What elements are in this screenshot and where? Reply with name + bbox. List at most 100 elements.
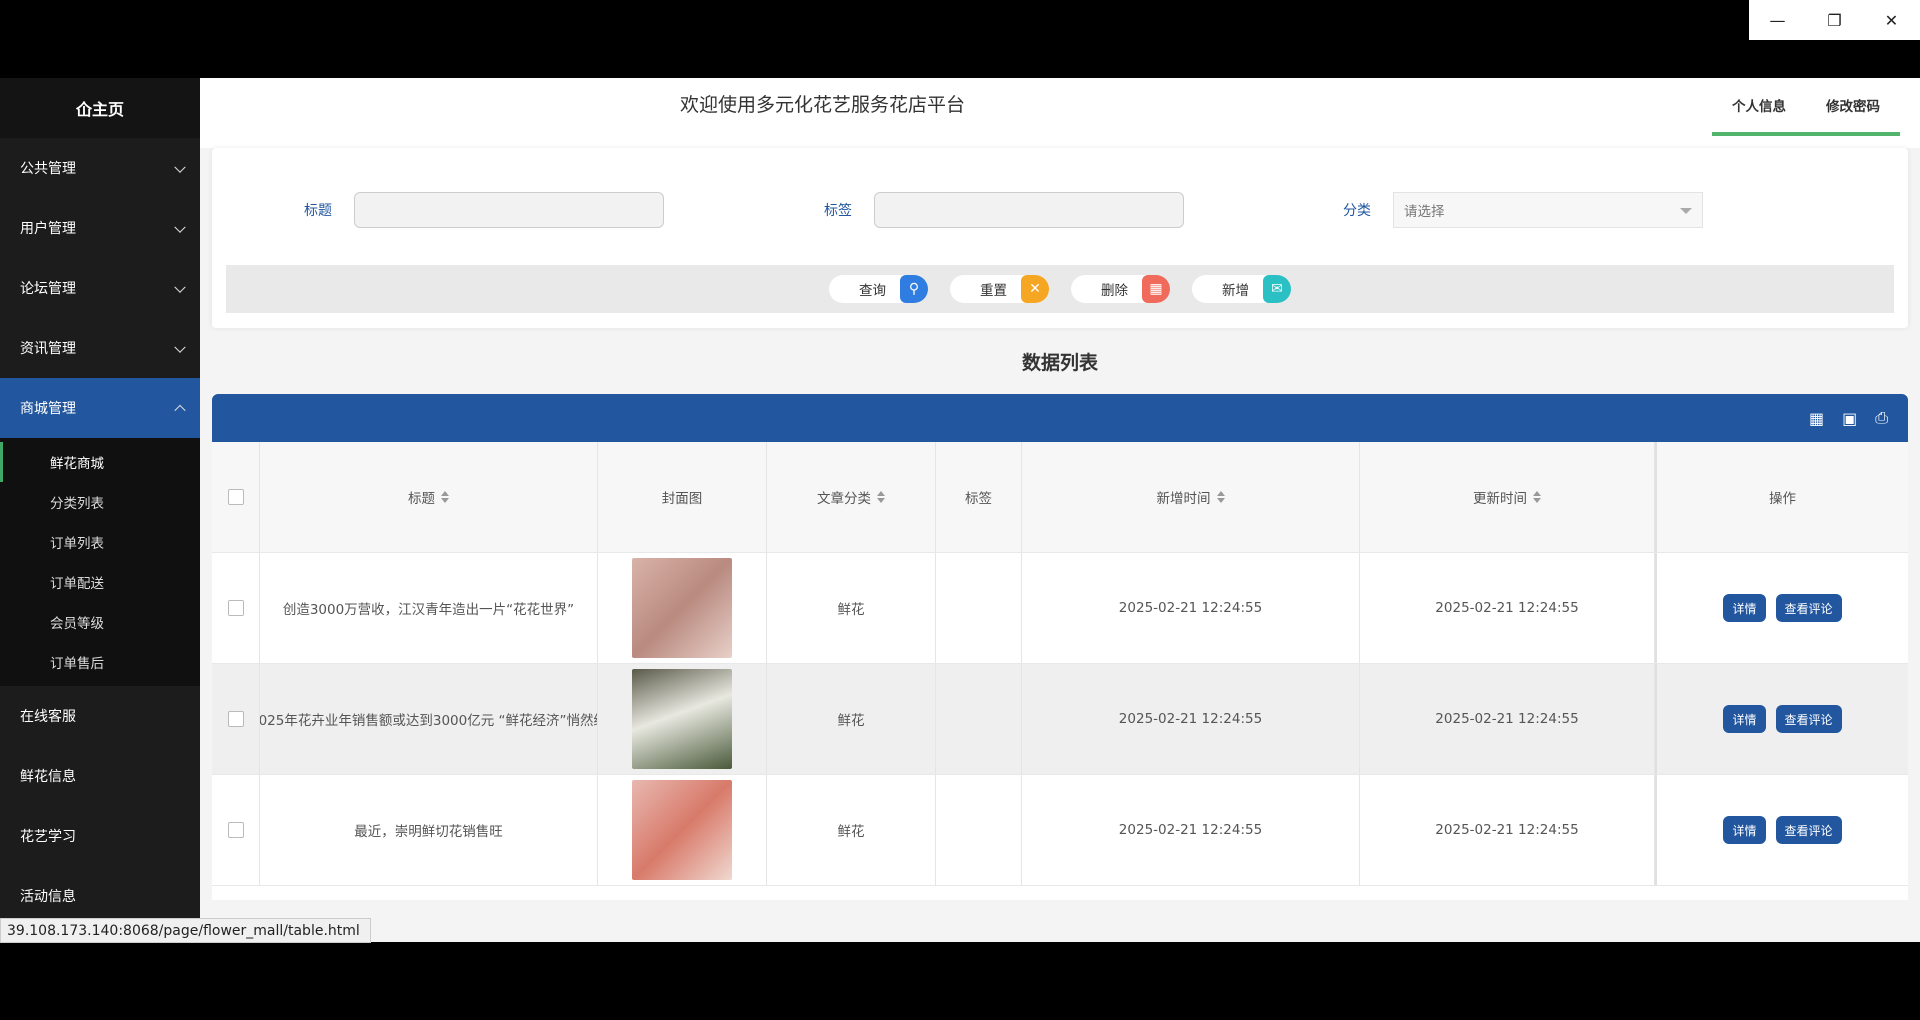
list-title: 数据列表 [1021,352,1098,374]
reset-button[interactable]: 重置 ✕ [950,275,1049,303]
row-checkbox[interactable] [227,822,244,838]
menu-floral-learning[interactable]: 花艺学习 [0,806,200,866]
category-label: 分类 [1343,203,1371,219]
submenu-member-level[interactable]: 会员等级 [0,602,200,642]
sort-icon[interactable] [1533,491,1541,503]
header-updated[interactable]: 更新时间 [1360,442,1655,552]
row-created: 2025-02-21 12:24:55 [1022,664,1360,774]
detail-button[interactable]: 详情 [1723,594,1766,622]
header-category[interactable]: 文章分类 [767,442,936,552]
header-label: 新增时间 [1156,491,1211,507]
table-header-row: 标题 封面图 文章分类 标签 新增时间 更新时间 操作 [212,442,1908,553]
row-tag [936,553,1022,663]
submenu-order-delivery[interactable]: 订单配送 [0,562,200,602]
tag-field: 标签 [792,192,1184,228]
title-bar: — ❐ ✕ [0,0,1920,78]
header-tag: 标签 [936,442,1022,552]
minimize-button[interactable]: — [1749,0,1806,40]
row-cover [598,775,767,885]
mall-submenu: 鲜花商城 分类列表 订单列表 订单配送 会员等级 订单售后 [0,438,200,686]
delete-label: 删除 [1101,283,1128,299]
header-checkbox-cell [212,442,260,552]
view-comments-button[interactable]: 查看评论 [1775,705,1842,733]
mail-icon: ✉ [1263,275,1291,303]
menu-public[interactable]: 公共管理 [0,138,200,198]
sort-icon[interactable] [441,491,449,503]
row-checkbox[interactable] [227,711,244,727]
detail-button[interactable]: 详情 [1723,816,1766,844]
title-input[interactable] [354,192,664,228]
header-label: 文章分类 [817,491,871,507]
add-button[interactable]: 新增 ✉ [1192,275,1291,303]
table-row: 创造3000万营收，江汉青年造出一片“花花世界” 鲜花 2025-02-21 1… [212,553,1908,664]
menu-label: 用户管理 [20,221,76,237]
cover-image [632,780,732,880]
row-category: 鲜花 [767,775,936,885]
row-actions: 详情 查看评论 [1655,553,1908,663]
header: 欢迎使用多元化花艺服务花店平台 个人信息 修改密码 [200,78,1920,148]
sort-icon[interactable] [1216,491,1225,503]
page-title: 欢迎使用多元化花艺服务花店平台 [680,94,966,116]
main-content: 欢迎使用多元化花艺服务花店平台 个人信息 修改密码 标题 标签 分类 请选择 查… [200,78,1920,942]
row-updated: 2025-02-21 12:24:55 [1360,775,1655,885]
row-tag [936,664,1022,774]
title-label: 标题 [304,203,332,219]
view-comments-button[interactable]: 查看评论 [1775,816,1842,844]
submenu-after-sales[interactable]: 订单售后 [0,642,200,682]
menu-label: 资讯管理 [20,341,76,357]
search-panel: 标题 标签 分类 请选择 查询 ⚲ 重置 ✕ 删除 ▦ 新增 ✉ [212,148,1908,328]
app-window: 仚主页 公共管理 用户管理 论坛管理 资讯管理 商城管理 鲜花商城 分类列表 订… [0,78,1920,942]
delete-button[interactable]: 删除 ▦ [1071,275,1170,303]
menu-users[interactable]: 用户管理 [0,198,200,258]
category-field: 分类 请选择 [1311,192,1703,228]
header-cover: 封面图 [598,442,767,552]
submenu-category-list[interactable]: 分类列表 [0,482,200,522]
close-button[interactable]: ✕ [1863,0,1920,40]
row-cover [598,553,767,663]
view-comments-button[interactable]: 查看评论 [1775,594,1842,622]
close-icon: ✕ [1021,275,1049,303]
menu-flower-info[interactable]: 鲜花信息 [0,746,200,806]
tab-profile[interactable]: 个人信息 [1712,78,1806,132]
chevron-down-icon [174,161,186,173]
header-created[interactable]: 新增时间 [1022,442,1360,552]
row-checkbox-cell [212,775,260,885]
category-select[interactable]: 请选择 [1393,192,1703,228]
menu-online-service[interactable]: 在线客服 [0,686,200,746]
caret-down-icon [1680,208,1692,214]
action-bar: 查询 ⚲ 重置 ✕ 删除 ▦ 新增 ✉ [226,265,1894,313]
row-title: 最近，崇明鲜切花销售旺 [260,775,598,885]
data-table: ▦ ▣ ⎙ 标题 封面图 文章分类 标签 新增时间 更新时间 操作 创造3000… [212,394,1908,900]
tag-input[interactable] [874,192,1184,228]
search-icon: ⚲ [900,275,928,303]
menu-news[interactable]: 资讯管理 [0,318,200,378]
sort-icon[interactable] [877,491,885,503]
home-link[interactable]: 仚主页 [0,78,200,138]
tag-label: 标签 [824,203,852,219]
select-all-checkbox[interactable] [227,489,244,505]
export-icon[interactable]: ▣ [1842,409,1857,428]
add-label: 新增 [1222,283,1249,299]
row-actions: 详情 查看评论 [1655,775,1908,885]
tab-change-password[interactable]: 修改密码 [1806,78,1900,132]
row-checkbox[interactable] [227,600,244,616]
print-icon[interactable]: ⎙ [1875,408,1888,428]
menu-label: 论坛管理 [20,281,76,297]
menu-activities[interactable]: 活动信息 [0,866,200,926]
reset-label: 重置 [980,283,1007,299]
header-title[interactable]: 标题 [260,442,598,552]
detail-button[interactable]: 详情 [1723,705,1766,733]
query-button[interactable]: 查询 ⚲ [829,275,928,303]
menu-forum[interactable]: 论坛管理 [0,258,200,318]
columns-icon[interactable]: ▦ [1809,409,1824,428]
row-cover [598,664,767,774]
submenu-flower-mall[interactable]: 鲜花商城 [0,442,200,482]
table-row: 最近，崇明鲜切花销售旺 鲜花 2025-02-21 12:24:55 2025-… [212,775,1908,886]
title-field: 标题 [272,192,664,228]
row-updated: 2025-02-21 12:24:55 [1360,664,1655,774]
row-title: 创造3000万营收，江汉青年造出一片“花花世界” [260,553,598,663]
submenu-order-list[interactable]: 订单列表 [0,522,200,562]
restore-button[interactable]: ❐ [1806,0,1863,40]
menu-mall[interactable]: 商城管理 [0,378,200,438]
chevron-up-icon [174,404,186,417]
